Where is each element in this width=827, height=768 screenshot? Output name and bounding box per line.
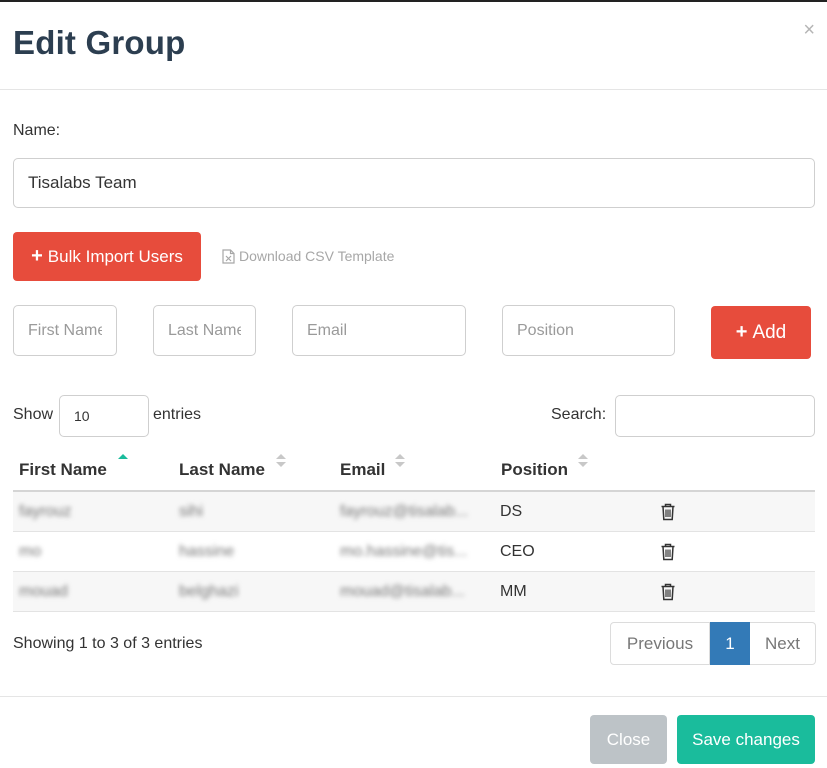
cell-last-name: hassine (179, 543, 235, 560)
modal-header: Edit Group × (0, 2, 827, 90)
add-user-button[interactable]: + Add (711, 306, 811, 359)
column-header-first-name[interactable]: First Name (19, 460, 107, 480)
bulk-import-users-button[interactable]: + Bulk Import Users (13, 232, 201, 281)
add-label: Add (752, 321, 787, 343)
page-1-button[interactable]: 1 (710, 622, 750, 665)
table-row: fayrouz sihi fayrouz@tisalab... DS (13, 492, 815, 532)
close-button[interactable]: Close (590, 715, 667, 764)
entries-per-page-input[interactable] (59, 395, 149, 437)
entries-label: entries (153, 406, 202, 423)
name-label: Name: (13, 122, 61, 139)
column-header-last-name[interactable]: Last Name (179, 460, 265, 480)
cell-position: DS (500, 503, 523, 520)
cell-position: MM (500, 583, 527, 600)
sort-icon[interactable] (275, 452, 287, 470)
email-field[interactable] (292, 305, 466, 356)
next-page-button[interactable]: Next (750, 622, 816, 665)
column-header-email[interactable]: Email (340, 460, 385, 480)
trash-icon[interactable] (660, 503, 676, 521)
cell-email: fayrouz@tisalab... (340, 503, 469, 520)
last-name-field[interactable] (153, 305, 256, 356)
plus-icon: + (31, 245, 43, 267)
sort-asc-icon[interactable] (117, 452, 129, 470)
position-field[interactable] (502, 305, 675, 356)
bulk-import-label: Bulk Import Users (47, 246, 183, 266)
save-changes-button[interactable]: Save changes (677, 715, 815, 764)
cell-first-name: fayrouz (19, 503, 72, 520)
group-name-input[interactable] (13, 158, 815, 208)
column-header-position[interactable]: Position (501, 460, 568, 480)
table-row: mouad belghazi mouad@tisalab... MM (13, 572, 815, 612)
pagination: Previous 1 Next (610, 622, 816, 665)
cell-position: CEO (500, 543, 535, 560)
trash-icon[interactable] (660, 583, 676, 601)
plus-icon: + (735, 321, 748, 343)
cell-email: mo.hassine@tis... (340, 543, 468, 560)
modal-title: Edit Group (13, 24, 186, 61)
table-row: mo hassine mo.hassine@tis... CEO (13, 532, 815, 572)
pagination-info: Showing 1 to 3 of 3 entries (13, 635, 203, 652)
sort-icon[interactable] (577, 452, 589, 470)
download-csv-label: Download CSV Template (239, 248, 395, 264)
download-csv-template-link[interactable]: Download CSV Template (222, 248, 394, 264)
cell-last-name: belghazi (179, 583, 239, 600)
sort-icon[interactable] (394, 452, 406, 470)
show-label: Show (13, 406, 54, 423)
search-input[interactable] (615, 395, 815, 437)
previous-page-button[interactable]: Previous (610, 622, 710, 665)
first-name-field[interactable] (13, 305, 117, 356)
cell-first-name: mouad (19, 583, 68, 600)
cell-email: mouad@tisalab... (340, 583, 465, 600)
close-icon[interactable]: × (803, 20, 815, 40)
trash-icon[interactable] (660, 543, 676, 561)
cell-last-name: sihi (179, 503, 204, 520)
footer-divider (0, 696, 827, 697)
search-label: Search: (551, 406, 607, 423)
edit-group-modal: Edit Group × Name: + Bulk Import Users D… (0, 0, 827, 768)
cell-first-name: mo (19, 543, 42, 560)
file-excel-icon (222, 248, 235, 264)
